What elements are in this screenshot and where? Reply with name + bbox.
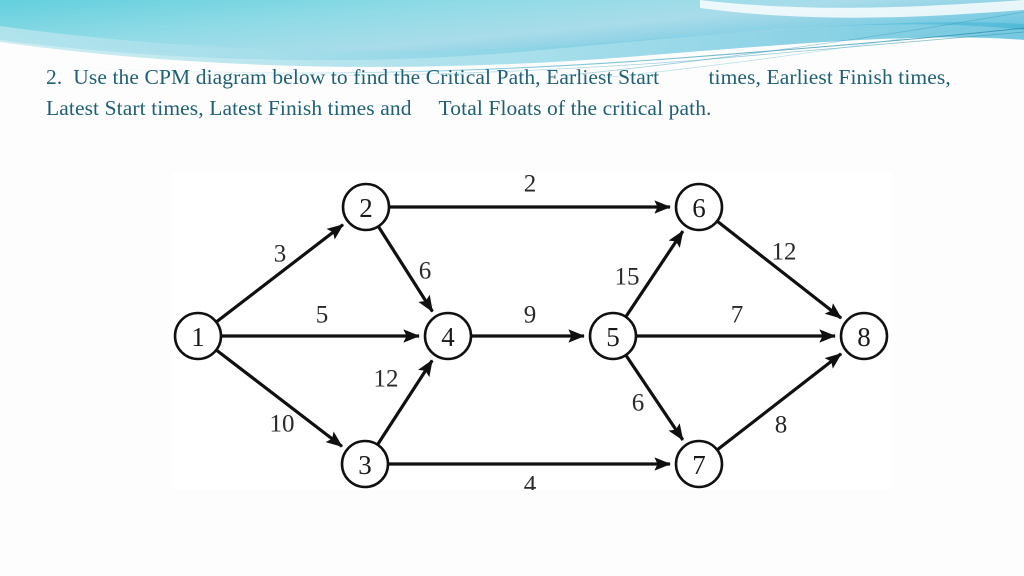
node-label-3: 3 <box>358 450 372 480</box>
edge-weight-5-6: 15 <box>615 264 640 291</box>
edge-weight-3-7: 4 <box>524 472 537 491</box>
node-8: 8 <box>839 311 889 361</box>
edges-layer <box>215 200 843 471</box>
node-label-1: 1 <box>191 322 205 352</box>
node-label-8: 8 <box>857 322 871 352</box>
node-7: 7 <box>674 439 724 489</box>
node-label-7: 7 <box>692 450 706 480</box>
node-6: 6 <box>674 182 724 232</box>
edge-weight-1-3: 10 <box>270 411 295 438</box>
edge-weight-2-6: 2 <box>524 172 537 198</box>
cpm-diagram: 3 5 10 2 6 12 4 9 15 7 6 12 8 12345678 <box>172 172 892 490</box>
edge-weight-7-8: 8 <box>775 412 788 439</box>
edge-weight-5-7: 6 <box>632 390 645 417</box>
node-label-5: 5 <box>606 322 620 352</box>
node-label-4: 4 <box>441 322 455 352</box>
node-label-2: 2 <box>359 193 373 223</box>
edge-weight-5-8: 7 <box>731 302 744 329</box>
cpm-network-graph: 35102612491576128 1234 5678 <box>173 172 889 491</box>
edge-weight-4-5: 9 <box>524 302 537 329</box>
node-label-6: 6 <box>692 193 706 223</box>
edge-weight-3-4: 12 <box>374 366 399 393</box>
page-title: 2. Use the CPM diagram below to find the… <box>46 65 957 120</box>
node-5: 5 <box>588 311 638 361</box>
slide-root: 2. Use the CPM diagram below to find the… <box>0 0 1024 576</box>
node-1: 1 <box>173 311 223 361</box>
edge-weight-1-2: 3 <box>274 241 287 268</box>
node-3: 3 <box>340 439 390 489</box>
edge-weight-1-4: 5 <box>316 302 329 329</box>
edge-weight-6-8: 12 <box>772 239 797 266</box>
edge-weight-2-4: 6 <box>419 258 432 285</box>
node-2: 2 <box>341 182 391 232</box>
node-4: 4 <box>423 311 473 361</box>
